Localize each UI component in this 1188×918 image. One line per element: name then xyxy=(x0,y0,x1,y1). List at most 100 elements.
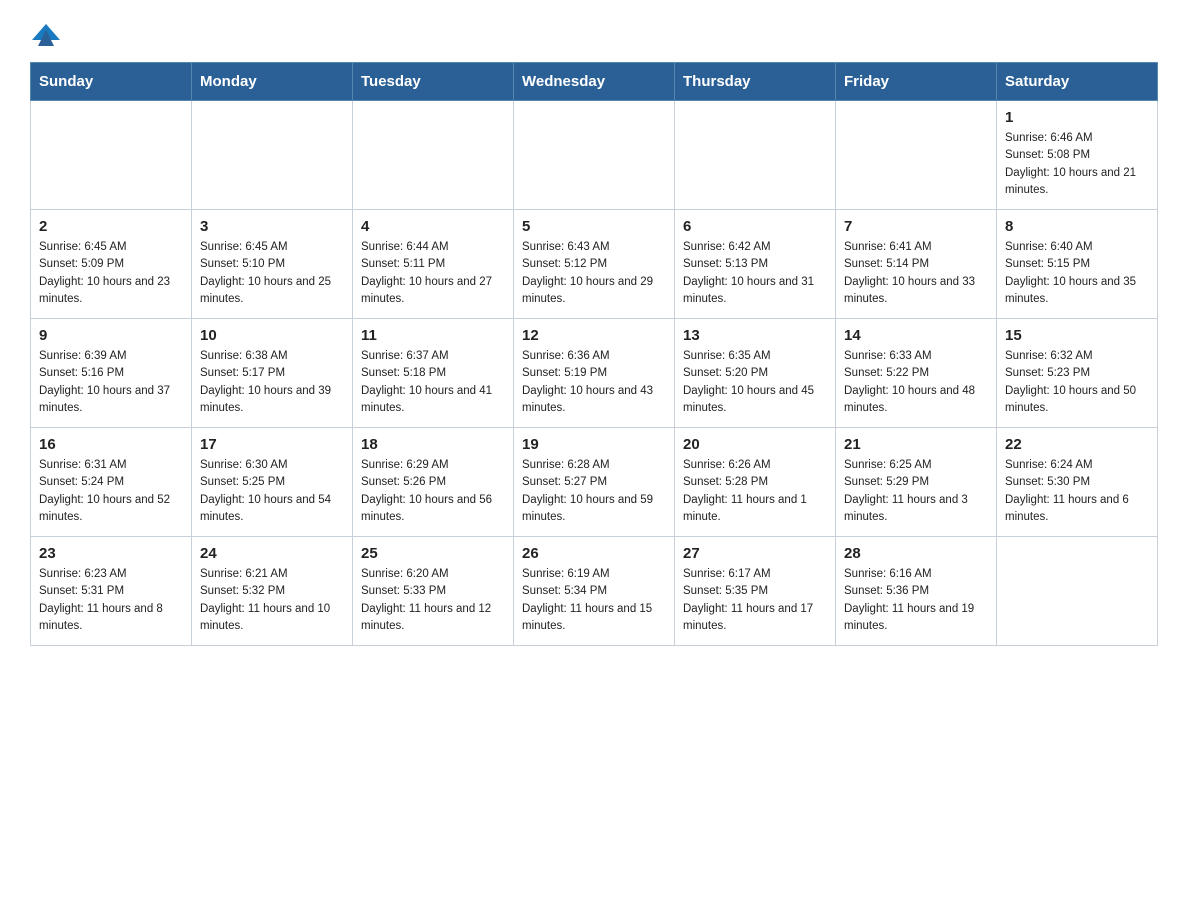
calendar-cell: 2 Sunrise: 6:45 AMSunset: 5:09 PMDaylight… xyxy=(31,210,192,319)
day-info: Sunrise: 6:45 AMSunset: 5:09 PMDaylight:… xyxy=(39,239,183,308)
day-info: Sunrise: 6:30 AMSunset: 5:25 PMDaylight:… xyxy=(200,457,344,526)
day-info: Sunrise: 6:28 AMSunset: 5:27 PMDaylight:… xyxy=(522,457,666,526)
calendar-header-row: Sunday Monday Tuesday Wednesday Thursday… xyxy=(31,63,1158,101)
day-info: Sunrise: 6:26 AMSunset: 5:28 PMDaylight:… xyxy=(683,457,827,526)
calendar-cell: 11 Sunrise: 6:37 AMSunset: 5:18 PMDayligh… xyxy=(353,319,514,428)
col-monday: Monday xyxy=(192,63,353,101)
day-number: 11 xyxy=(361,327,505,344)
day-number: 7 xyxy=(844,218,988,235)
day-number: 3 xyxy=(200,218,344,235)
day-number: 20 xyxy=(683,436,827,453)
day-number: 9 xyxy=(39,327,183,344)
calendar-cell: 21 Sunrise: 6:25 AMSunset: 5:29 PMDayligh… xyxy=(836,428,997,537)
day-number: 26 xyxy=(522,545,666,562)
calendar-cell: 1 Sunrise: 6:46 AMSunset: 5:08 PMDaylight… xyxy=(997,101,1158,210)
calendar-cell: 18 Sunrise: 6:29 AMSunset: 5:26 PMDayligh… xyxy=(353,428,514,537)
day-number: 2 xyxy=(39,218,183,235)
col-saturday: Saturday xyxy=(997,63,1158,101)
calendar-week-2: 2 Sunrise: 6:45 AMSunset: 5:09 PMDaylight… xyxy=(31,210,1158,319)
calendar-cell xyxy=(192,101,353,210)
day-number: 13 xyxy=(683,327,827,344)
calendar-cell: 3 Sunrise: 6:45 AMSunset: 5:10 PMDaylight… xyxy=(192,210,353,319)
logo xyxy=(30,24,60,44)
day-info: Sunrise: 6:20 AMSunset: 5:33 PMDaylight:… xyxy=(361,566,505,635)
calendar-cell: 26 Sunrise: 6:19 AMSunset: 5:34 PMDayligh… xyxy=(514,537,675,646)
day-info: Sunrise: 6:39 AMSunset: 5:16 PMDaylight:… xyxy=(39,348,183,417)
calendar-week-1: 1 Sunrise: 6:46 AMSunset: 5:08 PMDaylight… xyxy=(31,101,1158,210)
calendar-cell xyxy=(514,101,675,210)
day-info: Sunrise: 6:24 AMSunset: 5:30 PMDaylight:… xyxy=(1005,457,1149,526)
day-info: Sunrise: 6:29 AMSunset: 5:26 PMDaylight:… xyxy=(361,457,505,526)
day-number: 12 xyxy=(522,327,666,344)
calendar-cell: 23 Sunrise: 6:23 AMSunset: 5:31 PMDayligh… xyxy=(31,537,192,646)
day-info: Sunrise: 6:36 AMSunset: 5:19 PMDaylight:… xyxy=(522,348,666,417)
calendar-cell: 7 Sunrise: 6:41 AMSunset: 5:14 PMDaylight… xyxy=(836,210,997,319)
day-info: Sunrise: 6:32 AMSunset: 5:23 PMDaylight:… xyxy=(1005,348,1149,417)
day-info: Sunrise: 6:37 AMSunset: 5:18 PMDaylight:… xyxy=(361,348,505,417)
day-info: Sunrise: 6:41 AMSunset: 5:14 PMDaylight:… xyxy=(844,239,988,308)
day-info: Sunrise: 6:43 AMSunset: 5:12 PMDaylight:… xyxy=(522,239,666,308)
col-wednesday: Wednesday xyxy=(514,63,675,101)
day-number: 19 xyxy=(522,436,666,453)
day-number: 10 xyxy=(200,327,344,344)
day-number: 6 xyxy=(683,218,827,235)
day-number: 27 xyxy=(683,545,827,562)
calendar-cell: 8 Sunrise: 6:40 AMSunset: 5:15 PMDaylight… xyxy=(997,210,1158,319)
calendar-cell xyxy=(675,101,836,210)
day-info: Sunrise: 6:38 AMSunset: 5:17 PMDaylight:… xyxy=(200,348,344,417)
calendar-cell: 16 Sunrise: 6:31 AMSunset: 5:24 PMDayligh… xyxy=(31,428,192,537)
day-info: Sunrise: 6:16 AMSunset: 5:36 PMDaylight:… xyxy=(844,566,988,635)
calendar-cell: 24 Sunrise: 6:21 AMSunset: 5:32 PMDayligh… xyxy=(192,537,353,646)
day-info: Sunrise: 6:21 AMSunset: 5:32 PMDaylight:… xyxy=(200,566,344,635)
day-number: 15 xyxy=(1005,327,1149,344)
day-number: 24 xyxy=(200,545,344,562)
day-info: Sunrise: 6:19 AMSunset: 5:34 PMDaylight:… xyxy=(522,566,666,635)
day-number: 25 xyxy=(361,545,505,562)
calendar-cell: 27 Sunrise: 6:17 AMSunset: 5:35 PMDayligh… xyxy=(675,537,836,646)
page-header xyxy=(30,24,1158,44)
calendar-cell: 15 Sunrise: 6:32 AMSunset: 5:23 PMDayligh… xyxy=(997,319,1158,428)
calendar-cell: 14 Sunrise: 6:33 AMSunset: 5:22 PMDayligh… xyxy=(836,319,997,428)
col-friday: Friday xyxy=(836,63,997,101)
calendar-week-5: 23 Sunrise: 6:23 AMSunset: 5:31 PMDayligh… xyxy=(31,537,1158,646)
calendar-cell: 4 Sunrise: 6:44 AMSunset: 5:11 PMDaylight… xyxy=(353,210,514,319)
calendar-cell: 12 Sunrise: 6:36 AMSunset: 5:19 PMDayligh… xyxy=(514,319,675,428)
day-number: 5 xyxy=(522,218,666,235)
calendar-cell: 19 Sunrise: 6:28 AMSunset: 5:27 PMDayligh… xyxy=(514,428,675,537)
calendar-cell xyxy=(353,101,514,210)
day-info: Sunrise: 6:25 AMSunset: 5:29 PMDaylight:… xyxy=(844,457,988,526)
logo-icon xyxy=(32,20,60,48)
day-number: 23 xyxy=(39,545,183,562)
calendar-table: Sunday Monday Tuesday Wednesday Thursday… xyxy=(30,62,1158,646)
day-number: 18 xyxy=(361,436,505,453)
day-number: 1 xyxy=(1005,109,1149,126)
day-number: 8 xyxy=(1005,218,1149,235)
calendar-cell xyxy=(836,101,997,210)
day-info: Sunrise: 6:44 AMSunset: 5:11 PMDaylight:… xyxy=(361,239,505,308)
day-info: Sunrise: 6:42 AMSunset: 5:13 PMDaylight:… xyxy=(683,239,827,308)
day-number: 22 xyxy=(1005,436,1149,453)
col-sunday: Sunday xyxy=(31,63,192,101)
day-number: 14 xyxy=(844,327,988,344)
day-info: Sunrise: 6:35 AMSunset: 5:20 PMDaylight:… xyxy=(683,348,827,417)
day-info: Sunrise: 6:40 AMSunset: 5:15 PMDaylight:… xyxy=(1005,239,1149,308)
day-info: Sunrise: 6:45 AMSunset: 5:10 PMDaylight:… xyxy=(200,239,344,308)
col-tuesday: Tuesday xyxy=(353,63,514,101)
calendar-cell: 5 Sunrise: 6:43 AMSunset: 5:12 PMDaylight… xyxy=(514,210,675,319)
day-number: 17 xyxy=(200,436,344,453)
calendar-cell: 13 Sunrise: 6:35 AMSunset: 5:20 PMDayligh… xyxy=(675,319,836,428)
day-number: 21 xyxy=(844,436,988,453)
day-number: 4 xyxy=(361,218,505,235)
calendar-cell: 10 Sunrise: 6:38 AMSunset: 5:17 PMDayligh… xyxy=(192,319,353,428)
day-number: 16 xyxy=(39,436,183,453)
calendar-cell: 28Sunrise: 6:16 AMSunset: 5:36 PMDayligh… xyxy=(836,537,997,646)
calendar-week-3: 9 Sunrise: 6:39 AMSunset: 5:16 PMDaylight… xyxy=(31,319,1158,428)
day-info: Sunrise: 6:23 AMSunset: 5:31 PMDaylight:… xyxy=(39,566,183,635)
calendar-cell: 17 Sunrise: 6:30 AMSunset: 5:25 PMDayligh… xyxy=(192,428,353,537)
calendar-week-4: 16 Sunrise: 6:31 AMSunset: 5:24 PMDayligh… xyxy=(31,428,1158,537)
day-info: Sunrise: 6:17 AMSunset: 5:35 PMDaylight:… xyxy=(683,566,827,635)
day-info: Sunrise: 6:46 AMSunset: 5:08 PMDaylight:… xyxy=(1005,130,1149,199)
day-info: Sunrise: 6:33 AMSunset: 5:22 PMDaylight:… xyxy=(844,348,988,417)
day-info: Sunrise: 6:31 AMSunset: 5:24 PMDaylight:… xyxy=(39,457,183,526)
calendar-cell: 22 Sunrise: 6:24 AMSunset: 5:30 PMDayligh… xyxy=(997,428,1158,537)
